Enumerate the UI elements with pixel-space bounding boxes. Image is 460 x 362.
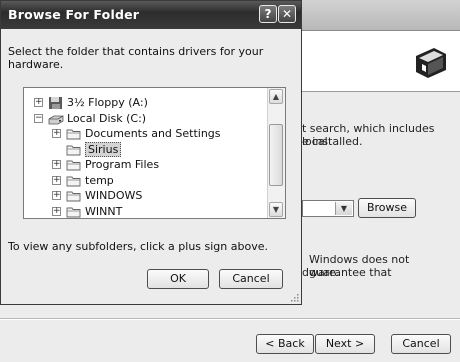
chevron-down-icon[interactable]: ▼ xyxy=(335,202,352,215)
folder-icon xyxy=(66,189,82,203)
folder-icon xyxy=(66,174,82,188)
wizard-hardware-text: dware. xyxy=(302,266,340,279)
tree-item-label: Program Files xyxy=(85,158,160,171)
scroll-up-arrow-icon[interactable]: ▲ xyxy=(269,89,283,104)
next-button[interactable]: Next > xyxy=(315,334,375,354)
tree-item-label: Local Disk (C:) xyxy=(67,111,147,125)
tree-item[interactable]: + temp xyxy=(24,173,266,189)
browse-button[interactable]: Browse xyxy=(358,198,416,218)
tree-item[interactable]: − Local Disk (C:) xyxy=(24,111,266,127)
expand-plus-icon[interactable]: + xyxy=(52,175,61,185)
tree-item-label: 3½ Floppy (A:) xyxy=(67,96,148,109)
scroll-thumb[interactable] xyxy=(269,124,283,186)
tree-item-label: Documents and Settings xyxy=(85,127,221,140)
subfolder-hint: To view any subfolders, click a plus sig… xyxy=(8,240,268,253)
dialog-title-bar[interactable]: Browse For Folder ? ✕ xyxy=(1,1,301,29)
resize-grip-icon[interactable] xyxy=(289,292,299,302)
tree-scrollbar[interactable]: ▲ ▼ xyxy=(267,88,285,218)
tree-item[interactable]: Sirius xyxy=(24,141,266,158)
tree-item[interactable]: + WINNT xyxy=(24,204,266,219)
folder-icon xyxy=(66,143,82,157)
browse-for-folder-dialog: Browse For Folder ? ✕ Select the folder … xyxy=(0,0,302,305)
expand-plus-icon[interactable]: + xyxy=(52,206,61,216)
tree-item[interactable]: + WINDOWS xyxy=(24,188,266,204)
tree-item[interactable]: + Program Files xyxy=(24,157,266,173)
expand-plus-icon[interactable]: + xyxy=(52,129,61,138)
collapse-minus-icon[interactable]: − xyxy=(34,113,43,123)
folder-tree[interactable]: +3½ Floppy (A:) − Local Disk (C:) + Document… xyxy=(23,87,286,219)
expand-plus-icon[interactable]: + xyxy=(34,98,43,107)
driver-location-dropdown[interactable]: ▼ xyxy=(302,200,354,217)
dialog-title: Browse For Folder xyxy=(8,7,140,22)
scroll-down-arrow-icon[interactable]: ▼ xyxy=(269,202,283,217)
wizard-installed-text: e installed. xyxy=(302,135,363,148)
tree-item-label: WINDOWS xyxy=(85,189,143,202)
folder-icon xyxy=(66,127,82,141)
instruction-text: Select the folder that contains drivers … xyxy=(8,45,264,71)
help-button[interactable]: ? xyxy=(259,5,277,23)
tree-item-label: temp xyxy=(85,173,114,187)
folder-icon xyxy=(66,158,82,172)
wizard-cancel-button[interactable]: Cancel xyxy=(391,334,451,354)
expand-plus-icon[interactable]: + xyxy=(52,160,61,169)
tree-item-label: WINNT xyxy=(85,204,123,218)
floppy-icon xyxy=(48,96,64,110)
close-button[interactable]: ✕ xyxy=(278,5,296,23)
folder-icon xyxy=(66,205,82,219)
hardware-wizard-icon xyxy=(412,44,448,80)
tree-item[interactable]: + Documents and Settings xyxy=(24,126,266,142)
wizard-divider-highlight xyxy=(0,319,460,320)
back-button[interactable]: < Back xyxy=(256,334,314,354)
ok-button[interactable]: OK xyxy=(147,269,209,289)
disk-icon xyxy=(48,112,64,126)
tree-item-label: Sirius xyxy=(85,141,122,157)
tree-item[interactable]: +3½ Floppy (A:) xyxy=(24,95,266,111)
dialog-cancel-button[interactable]: Cancel xyxy=(219,269,283,289)
expand-plus-icon[interactable]: + xyxy=(52,191,61,200)
